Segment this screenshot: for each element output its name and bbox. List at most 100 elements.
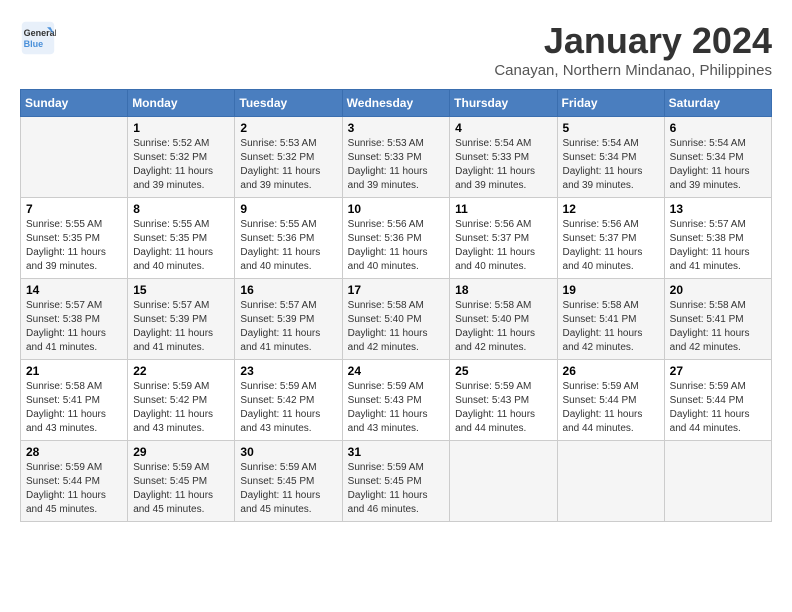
calendar-cell: 31Sunrise: 5:59 AM Sunset: 5:45 PM Dayli… <box>342 441 450 522</box>
location-title: Canayan, Northern Mindanao, Philippines <box>494 62 772 79</box>
page-header: General Blue January 2024 Canayan, North… <box>20 20 772 79</box>
calendar-cell: 4 Sunrise: 5:54 AM Sunset: 5:33 PM Daylig… <box>450 117 557 198</box>
day-info: Sunrise: 5:59 AM Sunset: 5:43 PM Dayligh… <box>455 380 551 436</box>
logo: General Blue <box>20 20 56 56</box>
day-number: 26 <box>563 364 659 378</box>
day-number: 7 <box>26 202 122 216</box>
day-info: Sunrise: 5:58 AM Sunset: 5:40 PM Dayligh… <box>455 299 551 355</box>
day-number: 10 <box>348 202 445 216</box>
day-info: Sunrise: 5:55 AM Sunset: 5:35 PM Dayligh… <box>133 218 229 274</box>
day-number: 14 <box>26 283 122 297</box>
day-info: Sunrise: 5:55 AM Sunset: 5:36 PM Dayligh… <box>240 218 336 274</box>
day-number: 3 <box>348 121 445 135</box>
day-info: Sunrise: 5:57 AM Sunset: 5:39 PM Dayligh… <box>240 299 336 355</box>
day-number: 29 <box>133 445 229 459</box>
calendar-cell: 27 Sunrise: 5:59 AM Sunset: 5:44 PM Dayli… <box>664 360 771 441</box>
calendar-cell: 3 Sunrise: 5:53 AM Sunset: 5:33 PM Daylig… <box>342 117 450 198</box>
day-number: 4 <box>455 121 551 135</box>
weekday-header-saturday: Saturday <box>664 90 771 117</box>
day-number: 24 <box>348 364 445 378</box>
weekday-header-monday: Monday <box>128 90 235 117</box>
month-title: January 2024 <box>494 20 772 62</box>
day-number: 27 <box>670 364 766 378</box>
day-number: 25 <box>455 364 551 378</box>
day-info: Sunrise: 5:57 AM Sunset: 5:38 PM Dayligh… <box>26 299 122 355</box>
day-info: Sunrise: 5:59 AM Sunset: 5:45 PM Dayligh… <box>133 461 229 517</box>
day-info: Sunrise: 5:59 AM Sunset: 5:45 PM Dayligh… <box>240 461 336 517</box>
day-info: Sunrise: 5:57 AM Sunset: 5:38 PM Dayligh… <box>670 218 766 274</box>
weekday-header-wednesday: Wednesday <box>342 90 450 117</box>
calendar-week-5: 28Sunrise: 5:59 AM Sunset: 5:44 PM Dayli… <box>21 441 772 522</box>
calendar-cell <box>664 441 771 522</box>
day-info: Sunrise: 5:59 AM Sunset: 5:43 PM Dayligh… <box>348 380 445 436</box>
day-info: Sunrise: 5:52 AM Sunset: 5:32 PM Dayligh… <box>133 137 229 193</box>
calendar-table: SundayMondayTuesdayWednesdayThursdayFrid… <box>20 89 772 522</box>
day-info: Sunrise: 5:59 AM Sunset: 5:44 PM Dayligh… <box>670 380 766 436</box>
day-number: 16 <box>240 283 336 297</box>
calendar-cell: 19 Sunrise: 5:58 AM Sunset: 5:41 PM Dayli… <box>557 279 664 360</box>
day-number: 30 <box>240 445 336 459</box>
weekday-header-friday: Friday <box>557 90 664 117</box>
calendar-cell: 2Sunrise: 5:53 AM Sunset: 5:32 PM Daylig… <box>235 117 342 198</box>
calendar-cell: 24 Sunrise: 5:59 AM Sunset: 5:43 PM Dayli… <box>342 360 450 441</box>
calendar-week-2: 7 Sunrise: 5:55 AM Sunset: 5:35 PM Daylig… <box>21 198 772 279</box>
calendar-cell: 14 Sunrise: 5:57 AM Sunset: 5:38 PM Dayli… <box>21 279 128 360</box>
title-block: January 2024 Canayan, Northern Mindanao,… <box>494 20 772 79</box>
day-info: Sunrise: 5:56 AM Sunset: 5:37 PM Dayligh… <box>563 218 659 274</box>
day-number: 31 <box>348 445 445 459</box>
calendar-cell: 29 Sunrise: 5:59 AM Sunset: 5:45 PM Dayli… <box>128 441 235 522</box>
day-info: Sunrise: 5:59 AM Sunset: 5:42 PM Dayligh… <box>133 380 229 436</box>
day-number: 9 <box>240 202 336 216</box>
calendar-cell: 5Sunrise: 5:54 AM Sunset: 5:34 PM Daylig… <box>557 117 664 198</box>
calendar-cell: 22 Sunrise: 5:59 AM Sunset: 5:42 PM Dayli… <box>128 360 235 441</box>
calendar-cell: 21 Sunrise: 5:58 AM Sunset: 5:41 PM Dayli… <box>21 360 128 441</box>
calendar-cell: 8 Sunrise: 5:55 AM Sunset: 5:35 PM Daylig… <box>128 198 235 279</box>
day-number: 23 <box>240 364 336 378</box>
day-info: Sunrise: 5:58 AM Sunset: 5:41 PM Dayligh… <box>563 299 659 355</box>
calendar-cell: 25 Sunrise: 5:59 AM Sunset: 5:43 PM Dayli… <box>450 360 557 441</box>
calendar-cell: 26Sunrise: 5:59 AM Sunset: 5:44 PM Dayli… <box>557 360 664 441</box>
day-info: Sunrise: 5:53 AM Sunset: 5:33 PM Dayligh… <box>348 137 445 193</box>
day-number: 8 <box>133 202 229 216</box>
day-number: 21 <box>26 364 122 378</box>
weekday-header-sunday: Sunday <box>21 90 128 117</box>
weekday-header-thursday: Thursday <box>450 90 557 117</box>
day-info: Sunrise: 5:58 AM Sunset: 5:41 PM Dayligh… <box>670 299 766 355</box>
weekday-header: SundayMondayTuesdayWednesdayThursdayFrid… <box>21 90 772 117</box>
calendar-week-1: 1 Sunrise: 5:52 AM Sunset: 5:32 PM Daylig… <box>21 117 772 198</box>
day-info: Sunrise: 5:57 AM Sunset: 5:39 PM Dayligh… <box>133 299 229 355</box>
day-number: 15 <box>133 283 229 297</box>
day-number: 1 <box>133 121 229 135</box>
calendar-cell: 9 Sunrise: 5:55 AM Sunset: 5:36 PM Daylig… <box>235 198 342 279</box>
day-number: 22 <box>133 364 229 378</box>
day-number: 18 <box>455 283 551 297</box>
calendar-cell: 30 Sunrise: 5:59 AM Sunset: 5:45 PM Dayli… <box>235 441 342 522</box>
day-number: 2 <box>240 121 336 135</box>
calendar-cell: 23 Sunrise: 5:59 AM Sunset: 5:42 PM Dayli… <box>235 360 342 441</box>
calendar-cell: 7 Sunrise: 5:55 AM Sunset: 5:35 PM Daylig… <box>21 198 128 279</box>
calendar-cell: 12Sunrise: 5:56 AM Sunset: 5:37 PM Dayli… <box>557 198 664 279</box>
day-number: 19 <box>563 283 659 297</box>
day-info: Sunrise: 5:55 AM Sunset: 5:35 PM Dayligh… <box>26 218 122 274</box>
calendar-cell <box>557 441 664 522</box>
day-info: Sunrise: 5:59 AM Sunset: 5:42 PM Dayligh… <box>240 380 336 436</box>
day-info: Sunrise: 5:54 AM Sunset: 5:34 PM Dayligh… <box>670 137 766 193</box>
calendar-cell: 11 Sunrise: 5:56 AM Sunset: 5:37 PM Dayli… <box>450 198 557 279</box>
day-number: 20 <box>670 283 766 297</box>
day-number: 6 <box>670 121 766 135</box>
calendar-cell: 15 Sunrise: 5:57 AM Sunset: 5:39 PM Dayli… <box>128 279 235 360</box>
calendar-cell: 16 Sunrise: 5:57 AM Sunset: 5:39 PM Dayli… <box>235 279 342 360</box>
calendar-cell: 1 Sunrise: 5:52 AM Sunset: 5:32 PM Daylig… <box>128 117 235 198</box>
weekday-header-tuesday: Tuesday <box>235 90 342 117</box>
svg-text:Blue: Blue <box>24 39 44 49</box>
calendar-cell: 6 Sunrise: 5:54 AM Sunset: 5:34 PM Daylig… <box>664 117 771 198</box>
day-info: Sunrise: 5:54 AM Sunset: 5:33 PM Dayligh… <box>455 137 551 193</box>
calendar-week-4: 21 Sunrise: 5:58 AM Sunset: 5:41 PM Dayli… <box>21 360 772 441</box>
day-number: 11 <box>455 202 551 216</box>
calendar-cell: 28Sunrise: 5:59 AM Sunset: 5:44 PM Dayli… <box>21 441 128 522</box>
day-info: Sunrise: 5:56 AM Sunset: 5:37 PM Dayligh… <box>455 218 551 274</box>
calendar-week-3: 14 Sunrise: 5:57 AM Sunset: 5:38 PM Dayli… <box>21 279 772 360</box>
calendar-body: 1 Sunrise: 5:52 AM Sunset: 5:32 PM Daylig… <box>21 117 772 522</box>
day-info: Sunrise: 5:58 AM Sunset: 5:41 PM Dayligh… <box>26 380 122 436</box>
calendar-cell <box>21 117 128 198</box>
